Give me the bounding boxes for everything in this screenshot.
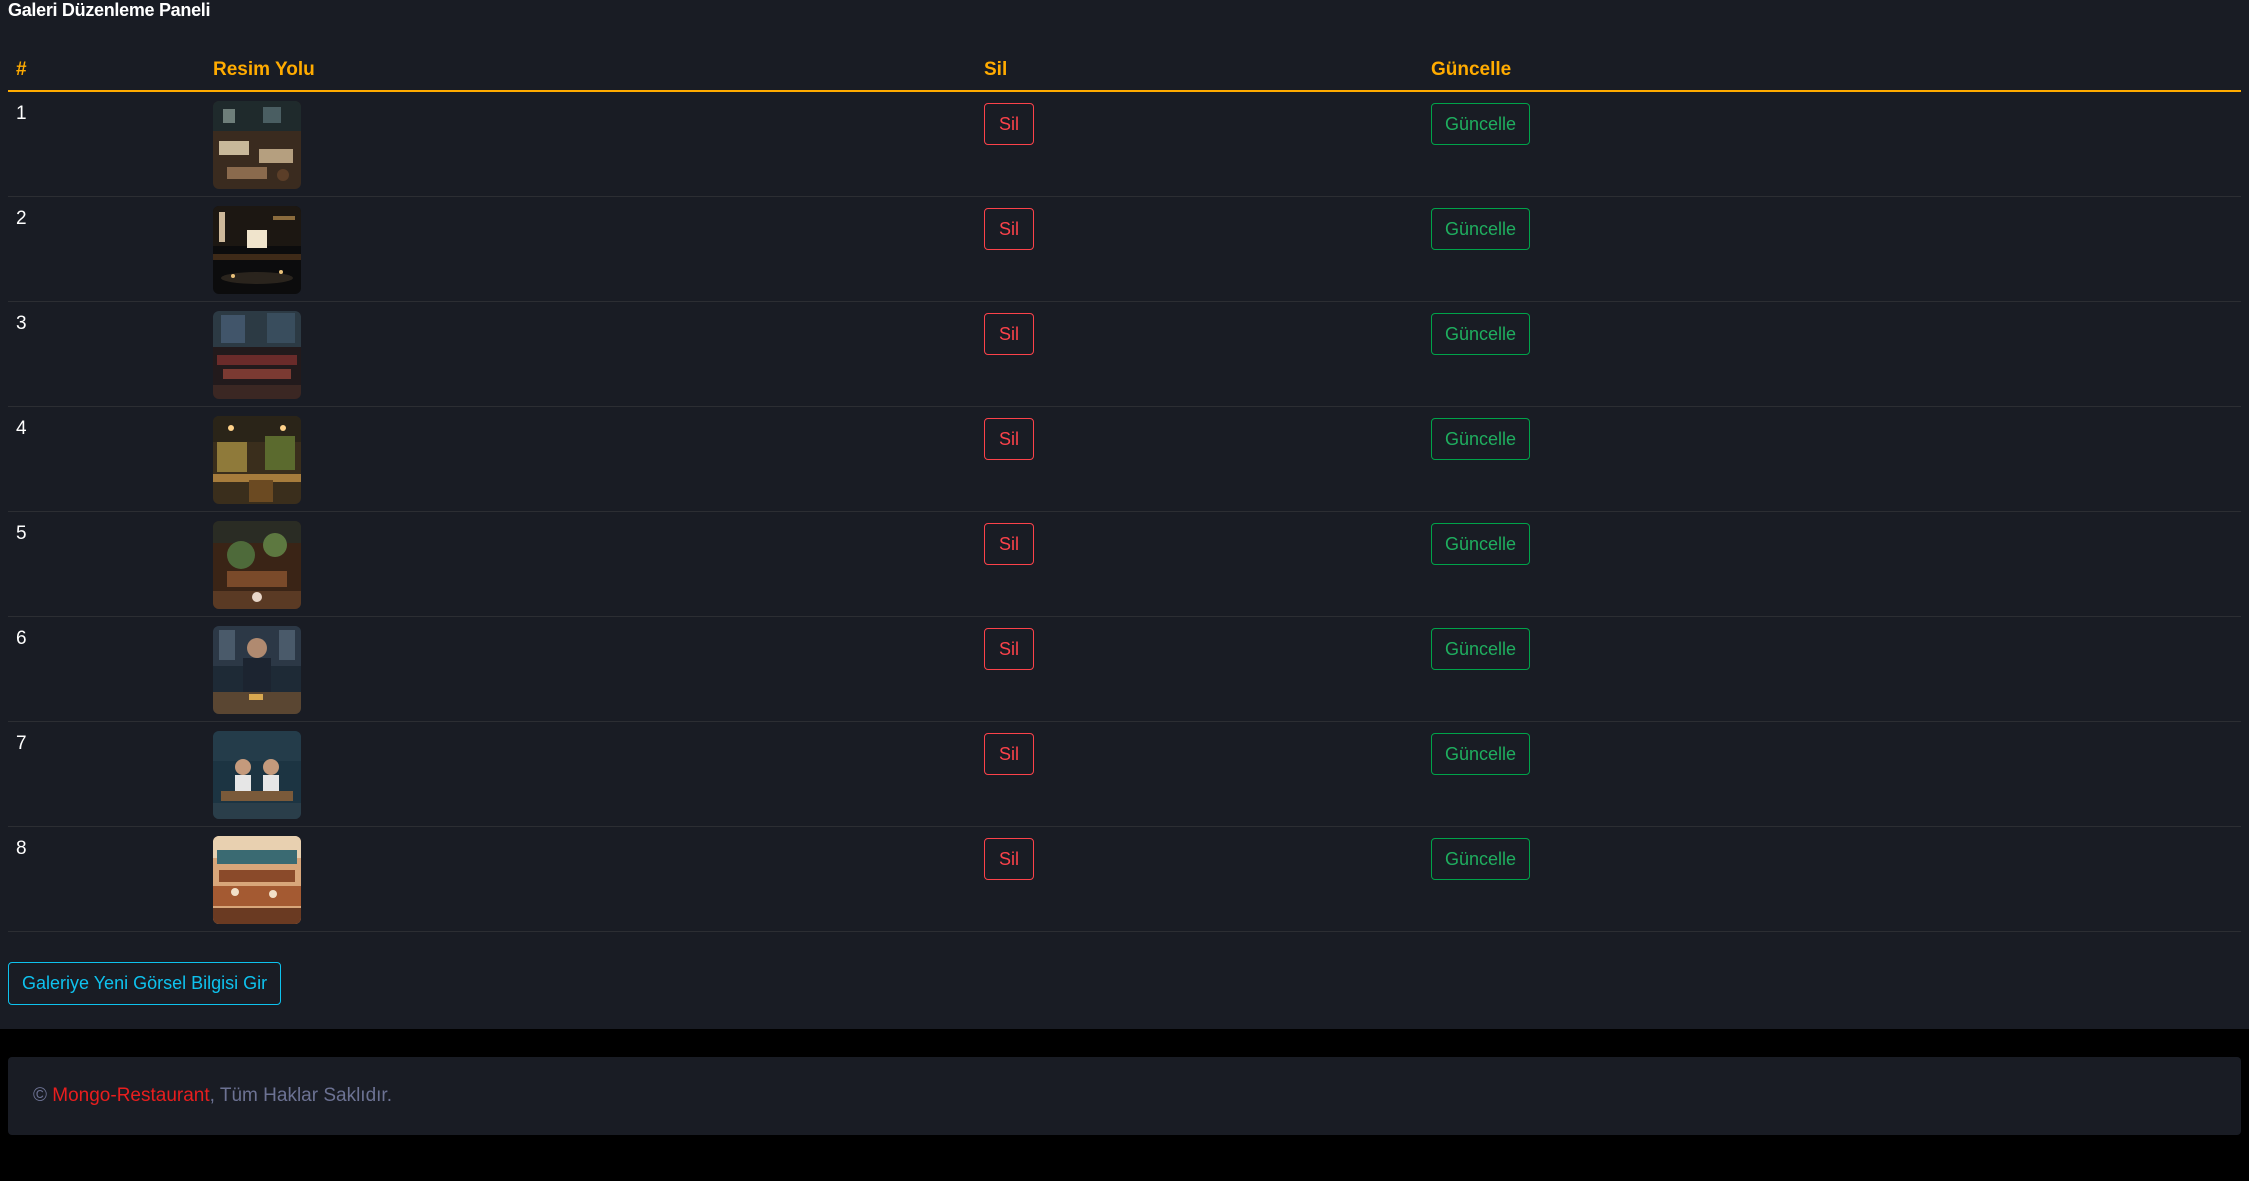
row-number: 8 — [16, 837, 27, 859]
row-number-cell: 4 — [8, 406, 205, 512]
gallery-thumbnail — [213, 415, 301, 504]
row-number-cell: 6 — [8, 616, 205, 722]
table-row: 4 Sil Güncelle — [8, 406, 2241, 512]
row-number: 4 — [16, 417, 27, 439]
add-gallery-image-button[interactable]: Galeriye Yeni Görsel Bilgisi Gir — [8, 962, 282, 1005]
restaurant-interior-photo — [213, 520, 301, 609]
column-header-update: Güncelle — [1423, 50, 2241, 92]
delete-button[interactable]: Sil — [984, 417, 1035, 460]
delete-button[interactable]: Sil — [984, 522, 1035, 565]
gallery-thumbnail — [213, 625, 301, 714]
update-cell: Güncelle — [1423, 721, 2241, 827]
update-cell: Güncelle — [1423, 91, 2241, 197]
column-header-delete: Sil — [976, 50, 1423, 92]
table-row: 3 Sil Güncelle — [8, 301, 2241, 407]
image-cell — [205, 301, 976, 407]
column-header-num: # — [8, 50, 205, 92]
delete-button[interactable]: Sil — [984, 312, 1035, 355]
gallery-table: # Resim Yolu Sil Güncelle 1 Sil Güncelle 2 S… — [8, 50, 2241, 932]
table-row: 7 Sil Güncelle — [8, 721, 2241, 827]
delete-button[interactable]: Sil — [984, 627, 1035, 670]
update-cell: Güncelle — [1423, 616, 2241, 722]
gallery-thumbnail — [213, 835, 301, 924]
gallery-thumbnail — [213, 101, 301, 189]
delete-cell: Sil — [976, 721, 1423, 827]
restaurant-interior-photo — [213, 415, 301, 504]
row-number: 3 — [16, 312, 27, 334]
update-cell: Güncelle — [1423, 301, 2241, 407]
chef-portrait-photo — [213, 625, 301, 714]
table-row: 1 Sil Güncelle — [8, 91, 2241, 197]
row-number-cell: 7 — [8, 721, 205, 827]
row-number-cell: 8 — [8, 826, 205, 932]
update-button[interactable]: Güncelle — [1431, 522, 1531, 565]
delete-cell: Sil — [976, 826, 1423, 932]
footer-brand-link[interactable]: Mongo-Restaurant — [52, 1085, 209, 1106]
delete-cell: Sil — [976, 511, 1423, 617]
delete-cell: Sil — [976, 301, 1423, 407]
row-number: 7 — [16, 732, 27, 754]
table-row: 6 Sil Güncelle — [8, 616, 2241, 722]
row-number-cell: 2 — [8, 196, 205, 302]
delete-button[interactable]: Sil — [984, 837, 1035, 880]
image-cell — [205, 511, 976, 617]
image-cell — [205, 826, 976, 932]
update-button[interactable]: Güncelle — [1431, 207, 1531, 250]
gallery-panel: Galeri Düzenleme Paneli # Resim Yolu Sil… — [0, 0, 2249, 1029]
table-body: 1 Sil Güncelle 2 Sil Güncelle 3 Sil Güncelle 4 Sil… — [8, 91, 2241, 932]
copyright-symbol: © — [33, 1085, 47, 1106]
diners-photo — [213, 730, 301, 819]
row-number: 2 — [16, 207, 27, 229]
delete-cell: Sil — [976, 196, 1423, 302]
image-cell — [205, 616, 976, 722]
delete-cell: Sil — [976, 406, 1423, 512]
row-number-cell: 1 — [8, 91, 205, 197]
update-cell: Güncelle — [1423, 826, 2241, 932]
table-row: 8 Sil Güncelle — [8, 826, 2241, 932]
update-cell: Güncelle — [1423, 511, 2241, 617]
image-cell — [205, 196, 976, 302]
footer-rights: , Tüm Haklar Saklıdır. — [209, 1085, 392, 1106]
gallery-thumbnail — [213, 730, 301, 819]
restaurant-interior-photo — [213, 205, 301, 294]
table-row: 5 Sil Güncelle — [8, 511, 2241, 617]
image-cell — [205, 721, 976, 827]
row-number: 1 — [16, 103, 27, 124]
page-title: Galeri Düzenleme Paneli — [8, 0, 211, 20]
delete-button[interactable]: Sil — [984, 732, 1035, 775]
column-header-image: Resim Yolu — [205, 50, 976, 92]
update-button[interactable]: Güncelle — [1431, 732, 1531, 775]
update-button[interactable]: Güncelle — [1431, 312, 1531, 355]
footer: © Mongo-Restaurant, Tüm Haklar Saklıdır. — [8, 1057, 2241, 1135]
image-cell — [205, 91, 976, 197]
gallery-thumbnail — [213, 520, 301, 609]
update-cell: Güncelle — [1423, 196, 2241, 302]
row-number: 6 — [16, 627, 27, 649]
footer-text: © Mongo-Restaurant, Tüm Haklar Saklıdır. — [33, 1084, 392, 1108]
gallery-thumbnail — [213, 205, 301, 294]
row-number: 5 — [16, 522, 27, 544]
delete-cell: Sil — [976, 91, 1423, 197]
gallery-thumbnail — [213, 310, 301, 399]
update-button[interactable]: Güncelle — [1431, 837, 1531, 880]
table-row: 2 Sil Güncelle — [8, 196, 2241, 302]
outdoor-terrace-photo — [213, 835, 301, 924]
image-cell — [205, 406, 976, 512]
table-header: # Resim Yolu Sil Güncelle — [8, 50, 2241, 92]
row-number-cell: 3 — [8, 301, 205, 407]
update-cell: Güncelle — [1423, 406, 2241, 512]
update-button[interactable]: Güncelle — [1431, 417, 1531, 460]
restaurant-interior-photo — [213, 101, 301, 189]
update-button[interactable]: Güncelle — [1431, 627, 1531, 670]
delete-button[interactable]: Sil — [984, 207, 1035, 250]
update-button[interactable]: Güncelle — [1431, 103, 1531, 145]
delete-button[interactable]: Sil — [984, 103, 1035, 145]
delete-cell: Sil — [976, 616, 1423, 722]
row-number-cell: 5 — [8, 511, 205, 617]
restaurant-interior-photo — [213, 310, 301, 399]
